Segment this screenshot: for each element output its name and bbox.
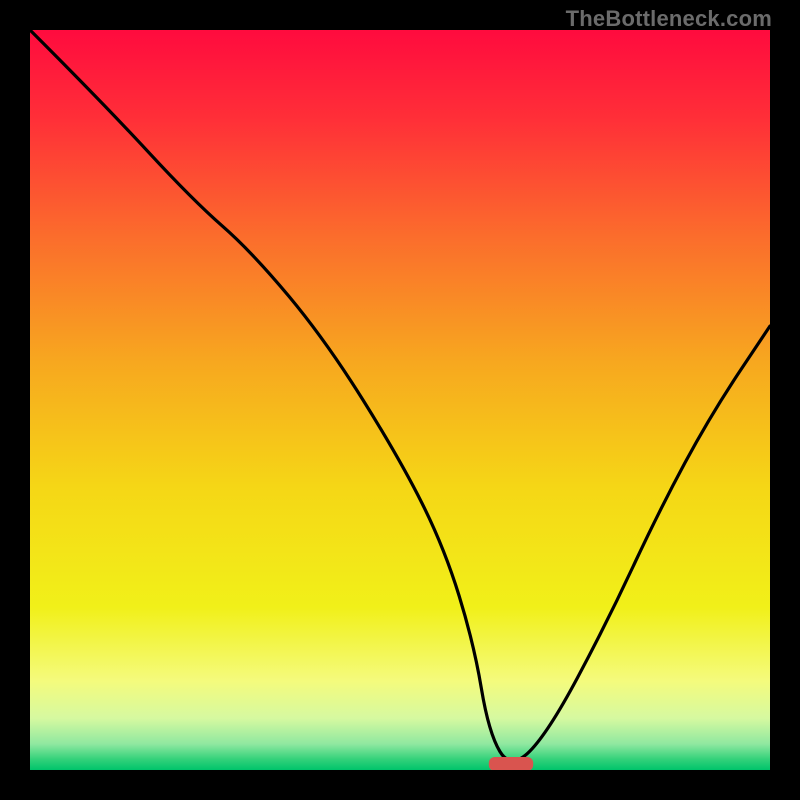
gradient-background (30, 30, 770, 770)
bottleneck-chart (30, 30, 770, 770)
plot-area (30, 30, 770, 770)
chart-container: TheBottleneck.com (0, 0, 800, 800)
watermark-text: TheBottleneck.com (566, 6, 772, 32)
optimal-marker (489, 757, 533, 770)
